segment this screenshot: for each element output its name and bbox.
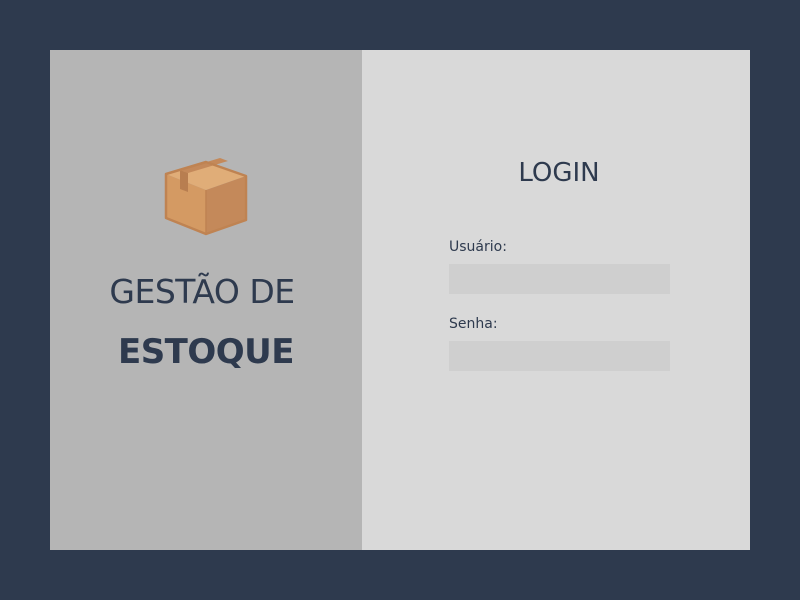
password-input[interactable]	[449, 341, 670, 371]
package-box-icon	[164, 158, 248, 236]
login-panel: LOGIN Usuário: Senha:	[362, 50, 750, 550]
brand-title-line1: GESTÃO DE	[109, 272, 295, 311]
login-window: GESTÃO DE ESTOQUE LOGIN Usuário: Senha:	[50, 50, 750, 550]
password-label: Senha:	[449, 316, 498, 332]
brand-panel: GESTÃO DE ESTOQUE	[50, 50, 362, 550]
login-title: LOGIN	[518, 158, 600, 188]
username-label: Usuário:	[449, 239, 507, 255]
username-input[interactable]	[449, 264, 670, 294]
brand-title-line2: ESTOQUE	[117, 332, 295, 372]
